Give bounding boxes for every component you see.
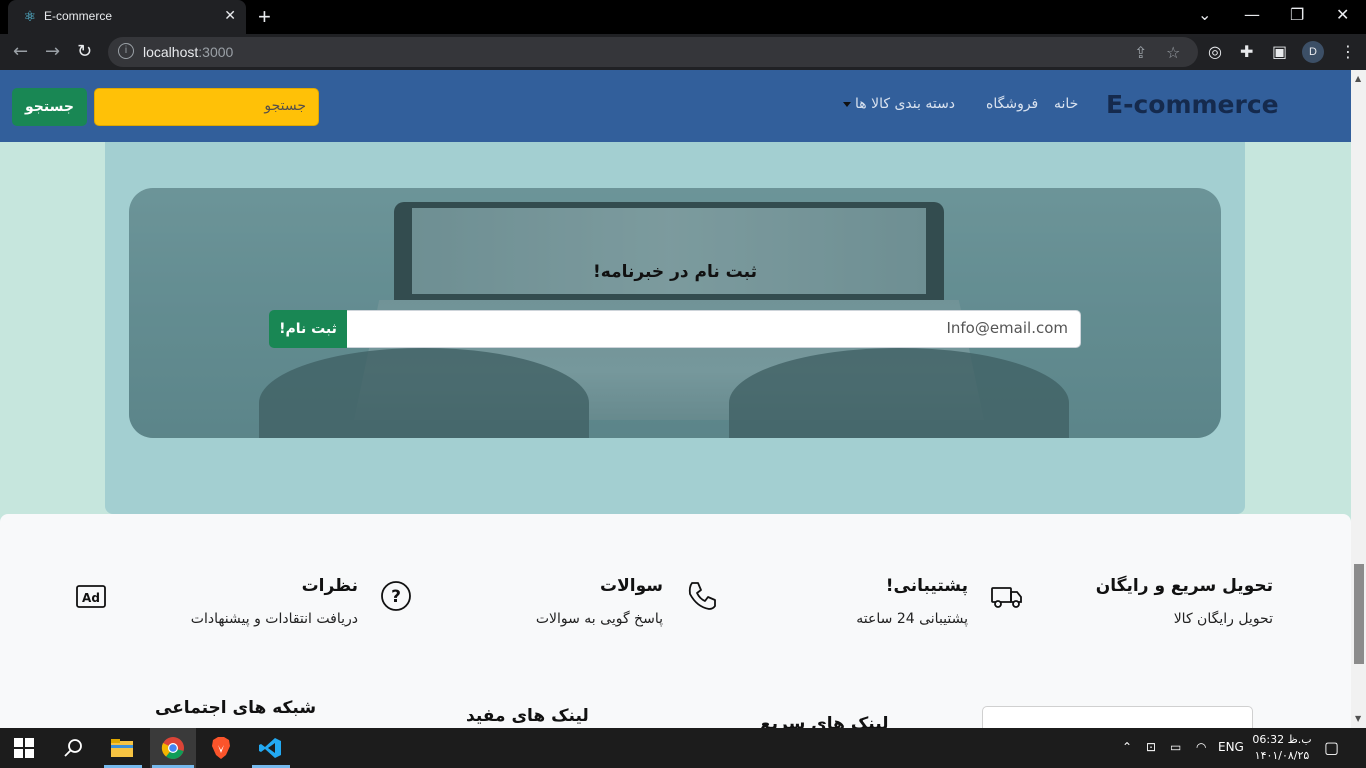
site-info-icon[interactable]: i — [118, 43, 134, 59]
notifications-icon[interactable]: ▢ — [1324, 738, 1339, 757]
feature-title: تحویل سریع و رایگان — [1095, 576, 1273, 596]
back-icon[interactable]: ← — [13, 41, 28, 62]
vscode-icon[interactable] — [258, 736, 282, 760]
brave-icon[interactable] — [209, 736, 233, 760]
feature-desc: دریافت انتقادات و پیشنهادات — [190, 611, 358, 627]
wifi-icon[interactable]: ◠ — [1196, 740, 1206, 754]
new-tab-button[interactable]: + — [258, 4, 271, 30]
url-text[interactable]: localhost:3000 — [143, 44, 233, 60]
question-icon: ? — [381, 581, 411, 611]
feature-title: نظرات — [301, 576, 358, 596]
site-brand-logo[interactable]: E-commerce — [1106, 90, 1279, 119]
meet-now-icon[interactable]: ⊡ — [1146, 740, 1156, 754]
side-panel-icon[interactable]: ▣ — [1272, 42, 1287, 61]
feature-title: سوالات — [600, 576, 663, 596]
browser-toolbar: ← → ↻ i localhost:3000 ⇪ ☆ ◎ ✚ ▣ D ⋮ — [0, 34, 1366, 70]
restore-icon[interactable]: ❐ — [1290, 5, 1304, 24]
taskbar-clock[interactable]: 06:32 ب.ظ ۱۴۰۱/۰۸/۲۵ — [1252, 732, 1312, 764]
feature-desc: پاسخ گویی به سوالات — [535, 611, 663, 627]
react-icon: ⚛ — [23, 9, 37, 25]
footer-quick-links-heading: لینک های سریع — [760, 714, 889, 728]
chevron-up-icon[interactable]: ⌃ — [1122, 740, 1132, 754]
browser-tab[interactable]: ⚛ E-commerce ✕ — [8, 0, 246, 34]
feature-desc: پشتیبانی 24 ساعته — [856, 611, 968, 627]
footer-social-heading: شبکه های اجتماعی — [155, 698, 317, 718]
search-button[interactable]: جستجو — [12, 88, 87, 126]
language-indicator[interactable]: ENG — [1218, 740, 1244, 754]
svg-text:Ad: Ad — [82, 591, 100, 605]
scroll-up-icon[interactable]: ▲ — [1355, 74, 1361, 83]
address-bar[interactable]: i localhost:3000 ⇪ ☆ — [108, 37, 1198, 67]
browser-tab-strip: ⚛ E-commerce ✕ + ⌄ — ❐ ✕ — [0, 0, 1366, 34]
footer-useful-links-heading: لینک های مفید — [466, 706, 589, 726]
search-icon[interactable] — [62, 736, 86, 760]
menu-icon[interactable]: ⋮ — [1340, 42, 1356, 61]
footer-subscribe-box[interactable] — [982, 706, 1253, 728]
extensions-puzzle-icon[interactable]: ✚ — [1240, 42, 1253, 61]
feature-title: پشتیبانی! — [885, 576, 968, 596]
close-window-icon[interactable]: ✕ — [1336, 5, 1349, 24]
newsletter-email-input[interactable]: Info@email.com — [346, 310, 1081, 348]
extension-target-icon[interactable]: ◎ — [1208, 42, 1222, 61]
nav-link-home[interactable]: خانه — [1054, 96, 1078, 112]
scrollbar-thumb[interactable] — [1354, 564, 1364, 664]
minimize-icon[interactable]: — — [1244, 5, 1260, 24]
scroll-down-icon[interactable]: ▼ — [1355, 714, 1361, 723]
site-navbar: E-commerce خانه فروشگاه دسته بندی کالا ه… — [0, 70, 1351, 142]
reload-icon[interactable]: ↻ — [77, 41, 92, 62]
truck-icon — [991, 587, 1022, 608]
caret-down-icon — [843, 101, 851, 107]
feature-desc: تحویل رایگان کالا — [1173, 611, 1273, 627]
newsletter-title: ثبت نام در خبرنامه! — [593, 262, 757, 282]
close-tab-icon[interactable]: ✕ — [224, 8, 236, 24]
tab-search-icon[interactable]: ⌄ — [1198, 5, 1211, 24]
page-viewport: E-commerce خانه فروشگاه دسته بندی کالا ه… — [0, 70, 1366, 728]
profile-avatar[interactable]: D — [1302, 41, 1324, 63]
search-input[interactable]: جستجو — [94, 88, 319, 126]
battery-icon[interactable]: ▭ — [1170, 740, 1181, 754]
forward-icon[interactable]: → — [45, 41, 60, 62]
nav-link-shop[interactable]: فروشگاه — [986, 96, 1038, 112]
footer: تحویل سریع و رایگان تحویل رایگان کالا پش… — [0, 514, 1351, 728]
file-explorer-icon[interactable] — [110, 736, 134, 760]
windows-taskbar: ⌃ ⊡ ▭ ◠ ENG 06:32 ب.ظ ۱۴۰۱/۰۸/۲۵ ▢ — [0, 728, 1366, 768]
share-icon[interactable]: ⇪ — [1134, 43, 1147, 62]
windows-start-icon[interactable] — [14, 738, 34, 758]
ad-icon: Ad — [76, 585, 106, 608]
page-scrollbar[interactable]: ▲ ▼ — [1351, 70, 1366, 728]
tab-title: E-commerce — [44, 9, 113, 23]
clock-time: 06:32 ب.ظ — [1252, 733, 1312, 746]
chrome-icon[interactable] — [161, 736, 185, 760]
phone-icon — [688, 582, 716, 610]
clock-date: ۱۴۰۱/۰۸/۲۵ — [1254, 749, 1310, 762]
nav-dropdown-categories[interactable]: دسته بندی کالا ها — [843, 96, 955, 112]
newsletter-signup-button[interactable]: ثبت نام! — [269, 310, 347, 348]
nav-dropdown-label: دسته بندی کالا ها — [855, 96, 956, 112]
bookmark-star-icon[interactable]: ☆ — [1166, 43, 1180, 62]
svg-text:?: ? — [391, 587, 401, 607]
